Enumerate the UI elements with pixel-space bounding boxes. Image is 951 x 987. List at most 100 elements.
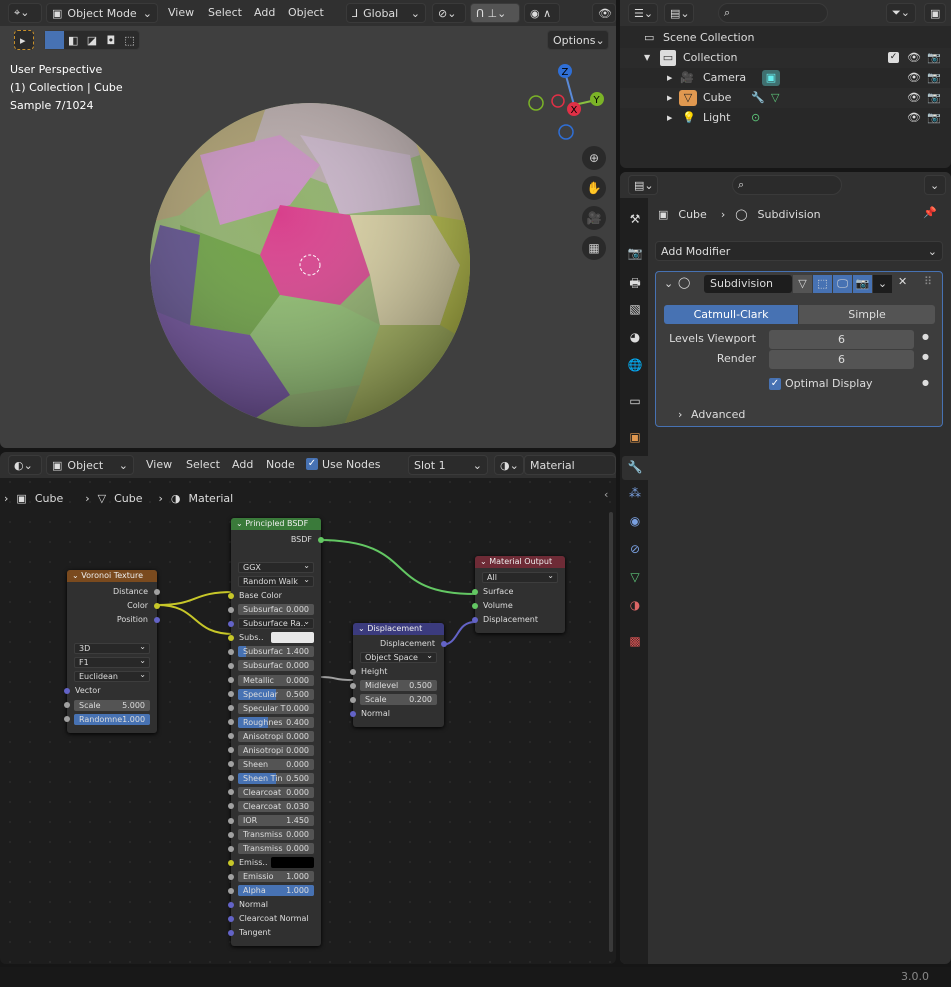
node-value-field[interactable]: Anisotropi 0.000 bbox=[238, 730, 314, 742]
shader-node-editor[interactable]: ◐⌄ ▣ Object ⌄ View Select Add Node ✓ Use N… bbox=[0, 452, 616, 964]
input-socket[interactable] bbox=[228, 733, 234, 740]
eye-icon[interactable]: 👁 bbox=[907, 68, 921, 88]
select-new-icon[interactable] bbox=[45, 31, 64, 49]
color-swatch[interactable] bbox=[271, 632, 314, 644]
properties-search-input[interactable]: ⌕ bbox=[732, 175, 842, 195]
select-intersect-icon[interactable]: ⬚ bbox=[120, 34, 139, 47]
node-dropdown[interactable]: 3D bbox=[74, 642, 150, 654]
input-socket[interactable] bbox=[228, 803, 234, 810]
input-socket[interactable] bbox=[228, 747, 234, 754]
input-socket[interactable] bbox=[350, 696, 356, 703]
advanced-subpanel-header[interactable]: Advanced bbox=[691, 408, 745, 421]
node-value-field[interactable]: IOR 1.450 bbox=[238, 815, 314, 826]
select-invert-icon[interactable]: ◘ bbox=[101, 34, 120, 47]
camera-render-icon[interactable]: 📷 bbox=[927, 88, 941, 108]
node-value-field[interactable]: Transmiss 0.000 bbox=[238, 843, 314, 855]
menu-select[interactable]: Select bbox=[208, 6, 242, 19]
node-header[interactable]: ⌄ Material Output bbox=[475, 556, 565, 568]
render-tab-icon[interactable]: 📷 bbox=[627, 246, 643, 262]
zoom-icon[interactable]: ⊕ bbox=[582, 146, 606, 170]
outliner-row-cube[interactable]: ▶ ▽ Cube 🔧 ▽ 👁 📷 bbox=[620, 88, 951, 108]
eye-icon[interactable]: 👁 bbox=[907, 48, 921, 68]
node-principled[interactable]: ⌄ Principled BSDF BSDF GGX Random Walk Base … bbox=[228, 518, 324, 947]
exclude-checkbox[interactable]: ✓ bbox=[888, 52, 899, 63]
node-value-field[interactable]: Anisotropi 0.000 bbox=[238, 744, 314, 756]
light-data-icon[interactable]: ⊙ bbox=[751, 108, 760, 128]
camera-render-icon[interactable]: 📷 bbox=[927, 108, 941, 128]
outliner-search-input[interactable]: ⌕ bbox=[718, 3, 828, 23]
outliner[interactable]: ☰⌄ ▤⌄ ⌕ ⏷⌄ ▣ ▭ Scene Collection ▼ ▭ Coll… bbox=[620, 0, 951, 168]
modifier-extras-chevron-icon[interactable]: ⌄ bbox=[873, 275, 892, 293]
node-dropdown[interactable]: Euclidean bbox=[74, 670, 150, 683]
node-value-field[interactable]: Emissio 1.000 bbox=[238, 871, 314, 883]
input-socket[interactable] bbox=[228, 859, 234, 866]
node-value-field[interactable]: Scale 0.200 bbox=[360, 694, 437, 705]
select-extend-icon[interactable]: ◧ bbox=[64, 34, 83, 47]
visibility-dropdown[interactable]: 👁 bbox=[592, 3, 616, 23]
modifier-name-field[interactable]: Subdivision bbox=[704, 275, 792, 293]
input-socket[interactable] bbox=[64, 687, 70, 694]
node-value-field[interactable]: Transmiss 0.000 bbox=[238, 829, 314, 841]
input-socket[interactable] bbox=[228, 887, 234, 894]
node-voronoi[interactable]: ⌄ Voronoi Texture Distance Color Position 3D… bbox=[64, 570, 160, 733]
render-camera-icon[interactable]: 📷 bbox=[853, 275, 872, 293]
input-socket[interactable] bbox=[228, 845, 234, 852]
output-socket[interactable] bbox=[154, 588, 160, 595]
node-value-field[interactable]: Clearcoat 0.000 bbox=[238, 786, 314, 798]
input-socket[interactable] bbox=[472, 588, 478, 595]
node-value-field[interactable]: Specular 0.500 bbox=[238, 688, 314, 700]
node-value-field[interactable]: Midlevel 0.500 bbox=[360, 680, 437, 691]
particles-tab-icon[interactable]: ⁂ bbox=[627, 486, 643, 502]
outliner-row-light[interactable]: ▶ 💡 Light ⊙ 👁 📷 bbox=[620, 108, 951, 128]
node-value-field[interactable]: Specular T 0.000 bbox=[238, 702, 314, 714]
node-dropdown[interactable]: Object Space bbox=[360, 651, 437, 663]
mesh-data-icon[interactable]: ▽ bbox=[771, 88, 779, 108]
optimal-display-checkbox[interactable]: ✓ bbox=[769, 378, 781, 390]
camera-view-icon[interactable]: 🎥 bbox=[582, 206, 606, 230]
input-socket[interactable] bbox=[228, 817, 234, 824]
node-value-field[interactable]: Metallic 0.000 bbox=[238, 674, 314, 686]
constraints-tab-icon[interactable]: ⊘ bbox=[627, 542, 643, 558]
edit-mode-toggle-icon[interactable]: ▽ bbox=[793, 275, 812, 293]
node-dropdown[interactable]: GGX bbox=[238, 561, 314, 574]
camera-render-icon[interactable]: 📷 bbox=[927, 48, 941, 68]
chevron-right-icon[interactable]: › bbox=[678, 408, 682, 421]
collapse-chevron-icon[interactable]: ⌄ bbox=[236, 519, 245, 528]
mode-dropdown[interactable]: ▣ Object Mode ⌄ bbox=[46, 3, 158, 23]
navigation-gizmo[interactable]: Z Y X bbox=[522, 60, 612, 150]
node-displacement[interactable]: ⌄ DisplacementDisplacementObject SpaceHe… bbox=[350, 623, 447, 727]
outliner-row-collection[interactable]: ▼ ▭ Collection ✓ 👁 📷 bbox=[620, 48, 951, 68]
realtime-monitor-icon[interactable]: 🖵 bbox=[833, 275, 852, 293]
keyframe-dot-icon[interactable]: ● bbox=[922, 332, 929, 341]
editor-type-button[interactable]: ☰⌄ bbox=[628, 3, 658, 23]
object-tab-icon[interactable]: ▣ bbox=[627, 430, 643, 446]
data-tab-icon[interactable]: ▽ bbox=[627, 570, 643, 586]
input-socket[interactable] bbox=[228, 620, 234, 627]
collapse-chevron-icon[interactable]: ⌄ bbox=[72, 571, 81, 580]
node-header[interactable]: ⌄ Displacement bbox=[353, 623, 444, 635]
physics-tab-icon[interactable]: ◉ bbox=[627, 514, 643, 530]
orientation-dropdown[interactable]: ⅃ Global ⌄ bbox=[346, 3, 426, 23]
input-socket[interactable] bbox=[228, 691, 234, 698]
pin-icon[interactable]: 📌 bbox=[923, 206, 937, 219]
gizmo-y[interactable]: Y bbox=[593, 95, 601, 106]
input-socket[interactable] bbox=[228, 648, 234, 655]
input-socket[interactable] bbox=[228, 634, 234, 641]
node-dropdown[interactable]: All bbox=[482, 571, 558, 583]
eye-icon[interactable]: 👁 bbox=[907, 108, 921, 128]
expand-arrow-icon[interactable]: ▼ bbox=[644, 48, 650, 68]
collapse-chevron-icon[interactable]: ⌄ bbox=[358, 624, 367, 633]
node-header[interactable]: ⌄ Voronoi Texture bbox=[67, 570, 157, 582]
3d-viewport[interactable]: ⌖⌄ ▣ Object Mode ⌄ View Select Add Object … bbox=[0, 0, 616, 448]
select-subtract-icon[interactable]: ◪ bbox=[83, 34, 102, 47]
new-collection-button[interactable]: ▣ bbox=[924, 3, 946, 23]
expand-arrow-icon[interactable]: ▶ bbox=[667, 108, 672, 128]
modifier-tab-icon[interactable]: 🔧 bbox=[622, 456, 648, 480]
node-output[interactable]: ⌄ Material Output All Surface Volume Displac… bbox=[472, 556, 565, 633]
collapse-chevron-icon[interactable]: ⌄ bbox=[664, 277, 673, 290]
filter-dropdown[interactable]: ⏷⌄ bbox=[886, 3, 916, 23]
catmull-clark-option[interactable]: Catmull-Clark bbox=[664, 305, 798, 324]
input-socket[interactable] bbox=[228, 873, 234, 880]
texture-tab-icon[interactable]: ▩ bbox=[627, 634, 643, 650]
node-value-field[interactable]: Subsurfac 1.400 bbox=[238, 646, 314, 658]
